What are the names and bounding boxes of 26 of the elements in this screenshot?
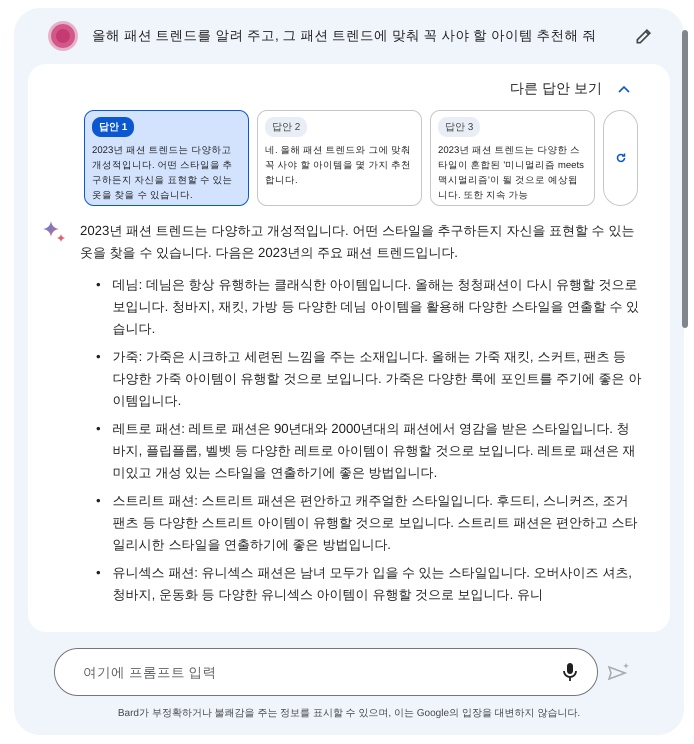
bullet: • [96, 348, 101, 366]
bullet: • [96, 276, 101, 294]
draft-card[interactable]: 답안 3 2023년 패션 트렌드는 다양한 스타일이 혼합된 '미니멀리즘 meets 맥시멀리즘'이 될 것으로 예상됩니다. 또한 지속 가능 [430, 110, 595, 206]
refresh-icon [614, 152, 626, 164]
pencil-icon [634, 26, 654, 46]
regenerate-button[interactable] [603, 110, 638, 206]
response-text: 2023년 패션 트렌드는 다양하고 개성적입니다. 어떤 스타일을 추구하든지 자신을 표현할 수 있는 옷을 찾을 수 있습니다. 다음은 2023년의 주요 패션 트렌드입니다. [80, 222, 636, 262]
trend-item: 스트리트 패션: 스트리트 패션은 편안하고 캐주얼한 스타일입니다. 후드티, 스니커즈, 조거 팬츠 등 다양한 스트리트 아이템이 유행할 것으로 보입니다. 스트리트 패션은 편안하고 스타일리시한 스타일을 연출하기에 좋은 방법입니다. [112, 492, 639, 554]
scrollbar[interactable] [682, 30, 688, 328]
microphone-icon[interactable] [562, 662, 578, 682]
draft-card[interactable]: 답안 2 네. 올해 패션 트렌드와 그에 맞춰 꼭 사야 할 아이템을 몇 가지 추천합니다. [257, 110, 422, 206]
prompt-text: 올해 패션 트렌드를 알려 주고, 그 패션 트렌드에 맞춰 꼭 사야 할 아이템 추천해 줘 [92, 27, 598, 45]
trend-item: 가죽: 가죽은 시크하고 세련된 느낌을 주는 소재입니다. 올해는 가죽 재킷, 스커트, 팬츠 등 다양한 가죽 아이템이 유행할 것으로 보입니다. 가죽은 다양한 룩에 포인트를 주기에 좋은 아이템입니다. [112, 348, 642, 410]
sparkle-icon [42, 220, 66, 244]
draft-card[interactable]: 답안 1 2023년 패션 트렌드는 다양하고 개성적입니다. 어떤 스타일을 추구하든지 자신을 표현할 수 있는 옷을 찾을 수 있습니다. [84, 110, 249, 206]
drafts-toggle[interactable]: 다른 답안 보기 [506, 76, 656, 102]
bullet: • [96, 564, 101, 582]
send-icon[interactable] [608, 662, 630, 682]
disclaimer-text: Bard가 부정확하거나 불쾌감을 주는 정보를 표시할 수 있으며, 이는 Google의 입장을 대변하지 않습니다. [116, 707, 582, 720]
bullet: • [96, 492, 101, 510]
bullet: • [96, 420, 101, 438]
trend-item: 데님: 데님은 항상 유행하는 클래식한 아이템입니다. 올해는 청청패션이 다시 유행할 것으로 보입니다. 청바지, 재킷, 가방 등 다양한 데님 아이템을 활용해 다양한 스타일을 연출할 수 있습니다. [112, 276, 640, 338]
trend-item: 유니섹스 패션: 유니섹스 패션은 남녀 모두가 입을 수 있는 스타일입니다. 오버사이즈 셔츠, 청바지, 운동화 등 다양한 유니섹스 아이템이 유행할 것으로 보입니다. 유니 [112, 564, 633, 604]
avatar [48, 21, 78, 51]
prompt-field[interactable]: 여기에 프롬프트 입력 [54, 648, 598, 696]
trend-item: 레트로 패션: 레트로 패션은 90년대와 2000년대의 패션에서 영감을 받은 스타일입니다. 청바지, 플립플롭, 벨벳 등 다양한 레트로 아이템이 유행할 것으로 보입니다. 레트로 패션은 재미있고 개성 있는 스타일을 연출하기에 좋은 방법입니다. [112, 420, 637, 482]
